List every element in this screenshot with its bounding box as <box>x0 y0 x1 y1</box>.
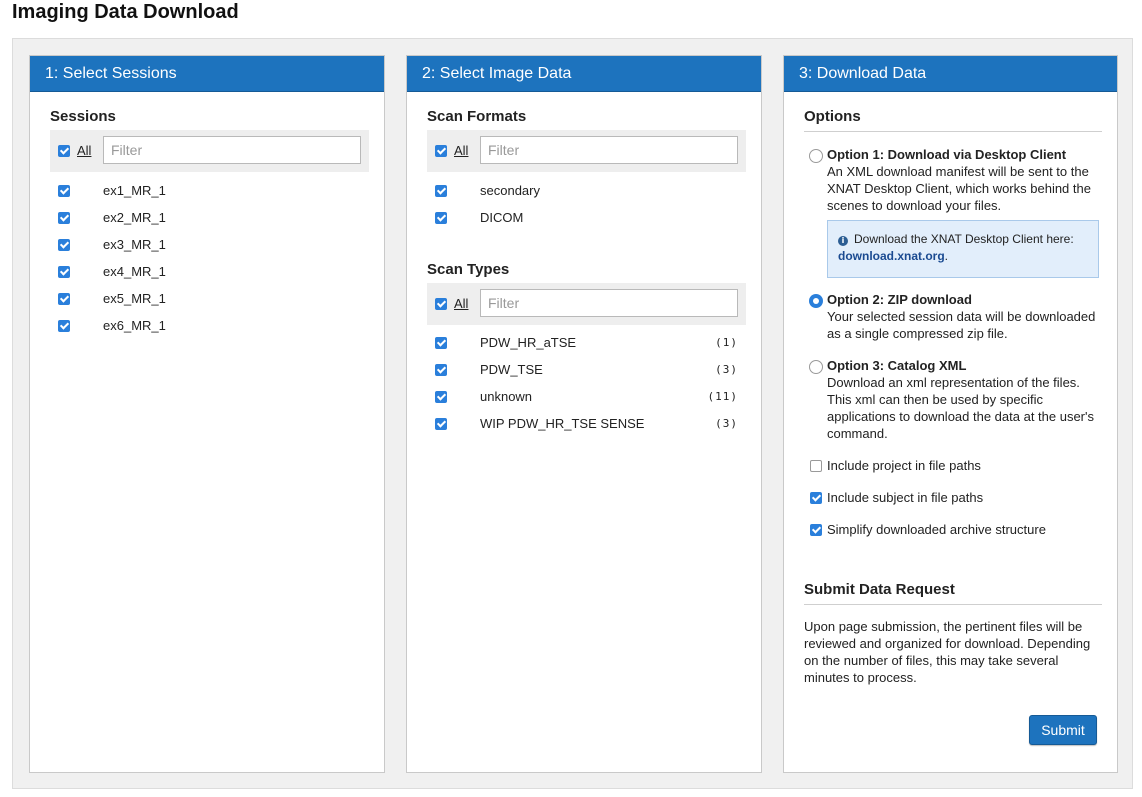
option-desktop-client-desc: An XML download manifest will be sent to… <box>827 164 1091 213</box>
option-desktop-client-title: Option 1: Download via Desktop Client <box>827 147 1067 162</box>
session-item-label: ex1_MR_1 <box>103 183 166 198</box>
select-sessions-header: 1: Select Sessions <box>30 56 384 92</box>
scan-type-item-count: (1) <box>715 336 738 349</box>
scan-formats-list: secondary DICOM <box>435 182 746 236</box>
scan-types-list: PDW_HR_aTSE (1) PDW_TSE (3) unknown (11) WIP P… <box>435 334 746 442</box>
include-subject-option[interactable]: Include subject in file paths <box>809 490 1102 508</box>
session-item-label: ex3_MR_1 <box>103 237 166 252</box>
simplify-archive-checkbox[interactable] <box>810 524 822 536</box>
option-catalog-xml-title: Option 3: Catalog XML <box>827 358 967 373</box>
session-item[interactable]: ex1_MR_1 <box>58 182 369 209</box>
session-item[interactable]: ex2_MR_1 <box>58 209 369 236</box>
session-item-checkbox[interactable] <box>58 266 70 278</box>
simplify-archive-option[interactable]: Simplify downloaded archive structure <box>809 522 1102 540</box>
session-item-checkbox[interactable] <box>58 293 70 305</box>
scan-type-item[interactable]: unknown (11) <box>435 388 746 415</box>
session-item[interactable]: ex5_MR_1 <box>58 290 369 317</box>
scan-type-item-checkbox[interactable] <box>435 418 447 430</box>
scan-types-all-label[interactable]: All <box>454 296 468 311</box>
scan-type-item[interactable]: WIP PDW_HR_TSE SENSE (3) <box>435 415 746 442</box>
submit-button[interactable]: Submit <box>1029 715 1097 745</box>
desktop-client-info-box: i Download the XNAT Desktop Client here: … <box>827 220 1099 278</box>
download-data-panel: 3: Download Data Options Option 1: Downl… <box>783 55 1118 773</box>
scan-formats-all-checkbox[interactable] <box>435 145 447 157</box>
scan-type-item-checkbox[interactable] <box>435 337 447 349</box>
scan-formats-all-label[interactable]: All <box>454 143 468 158</box>
scan-format-item[interactable]: secondary <box>435 182 746 209</box>
scan-type-item-count: (11) <box>707 390 738 403</box>
session-item-checkbox[interactable] <box>58 185 70 197</box>
option-catalog-xml-radio[interactable] <box>809 360 823 374</box>
scan-types-filter-bar: All <box>427 283 746 325</box>
scan-type-item-label: WIP PDW_HR_TSE SENSE <box>480 416 645 431</box>
session-item[interactable]: ex4_MR_1 <box>58 263 369 290</box>
option-zip-download-radio[interactable] <box>809 294 823 308</box>
scan-formats-filter-bar: All <box>427 130 746 172</box>
download-data-header: 3: Download Data <box>784 56 1117 92</box>
select-image-data-panel: 2: Select Image Data Scan Formats All se… <box>406 55 762 773</box>
option-zip-download[interactable]: Option 2: ZIP download Your selected ses… <box>809 291 1099 342</box>
scan-type-item-count: (3) <box>715 417 738 430</box>
scan-format-item[interactable]: DICOM <box>435 209 746 236</box>
session-item-checkbox[interactable] <box>58 239 70 251</box>
scan-type-item[interactable]: PDW_HR_aTSE (1) <box>435 334 746 361</box>
download-container: 1: Select Sessions Sessions All ex1_MR_1… <box>12 38 1133 789</box>
scan-types-title: Scan Types <box>427 261 510 278</box>
scan-format-item-checkbox[interactable] <box>435 212 447 224</box>
select-sessions-panel: 1: Select Sessions Sessions All ex1_MR_1… <box>29 55 385 773</box>
session-item-label: ex5_MR_1 <box>103 291 166 306</box>
session-item-label: ex2_MR_1 <box>103 210 166 225</box>
session-item-checkbox[interactable] <box>58 212 70 224</box>
desktop-client-link-suffix: . <box>944 249 949 263</box>
scan-type-item-checkbox[interactable] <box>435 391 447 403</box>
include-project-checkbox[interactable] <box>810 460 822 472</box>
scan-types-filter-input[interactable] <box>480 289 738 317</box>
session-item-label: ex4_MR_1 <box>103 264 166 279</box>
session-item-label: ex6_MR_1 <box>103 318 166 333</box>
scan-format-item-label: DICOM <box>480 210 524 225</box>
scan-type-item-label: PDW_HR_aTSE <box>480 335 577 350</box>
scan-type-item-count: (3) <box>715 363 738 376</box>
sessions-all-checkbox[interactable] <box>58 145 70 157</box>
scan-format-item-checkbox[interactable] <box>435 185 447 197</box>
session-item[interactable]: ex3_MR_1 <box>58 236 369 263</box>
include-project-label[interactable]: Include project in file paths <box>827 458 981 473</box>
option-zip-download-title: Option 2: ZIP download <box>827 292 972 307</box>
option-zip-download-desc: Your selected session data will be downl… <box>827 309 1096 341</box>
info-icon: i <box>838 236 848 246</box>
sessions-filter-input[interactable] <box>103 136 361 164</box>
session-item-checkbox[interactable] <box>58 320 70 332</box>
include-subject-label[interactable]: Include subject in file paths <box>827 490 983 505</box>
scan-type-item[interactable]: PDW_TSE (3) <box>435 361 746 388</box>
scan-type-item-label: unknown <box>480 389 533 404</box>
sessions-all-label[interactable]: All <box>77 143 91 158</box>
desktop-client-info-text: Download the XNAT Desktop Client here: <box>854 232 1074 246</box>
sessions-title: Sessions <box>50 108 116 125</box>
include-subject-checkbox[interactable] <box>810 492 822 504</box>
select-image-data-header: 2: Select Image Data <box>407 56 761 92</box>
include-project-option[interactable]: Include project in file paths <box>809 458 1102 476</box>
option-catalog-xml[interactable]: Option 3: Catalog XML Download an xml re… <box>809 357 1099 442</box>
scan-type-item-label: PDW_TSE <box>480 362 543 377</box>
submit-data-request-text: Upon page submission, the pertinent file… <box>804 619 1091 685</box>
session-item[interactable]: ex6_MR_1 <box>58 317 369 344</box>
sessions-list: ex1_MR_1 ex2_MR_1 ex3_MR_1 ex4_MR_1 ex5_MR_1… <box>58 182 369 344</box>
scan-format-item-label: secondary <box>480 183 540 198</box>
desktop-client-download-link[interactable]: download.xnat.org <box>838 249 945 263</box>
scan-formats-title: Scan Formats <box>427 108 527 125</box>
scan-formats-filter-input[interactable] <box>480 136 738 164</box>
option-desktop-client[interactable]: Option 1: Download via Desktop Client An… <box>809 146 1099 278</box>
option-desktop-client-radio[interactable] <box>809 149 823 163</box>
submit-data-request-title: Submit Data Request <box>804 581 1102 605</box>
page-title: Imaging Data Download <box>12 1 239 23</box>
scan-types-all-checkbox[interactable] <box>435 298 447 310</box>
sessions-filter-bar: All <box>50 130 369 172</box>
simplify-archive-label[interactable]: Simplify downloaded archive structure <box>827 522 1046 537</box>
options-title: Options <box>804 108 1102 132</box>
scan-type-item-checkbox[interactable] <box>435 364 447 376</box>
option-catalog-xml-desc: Download an xml representation of the fi… <box>827 375 1094 441</box>
